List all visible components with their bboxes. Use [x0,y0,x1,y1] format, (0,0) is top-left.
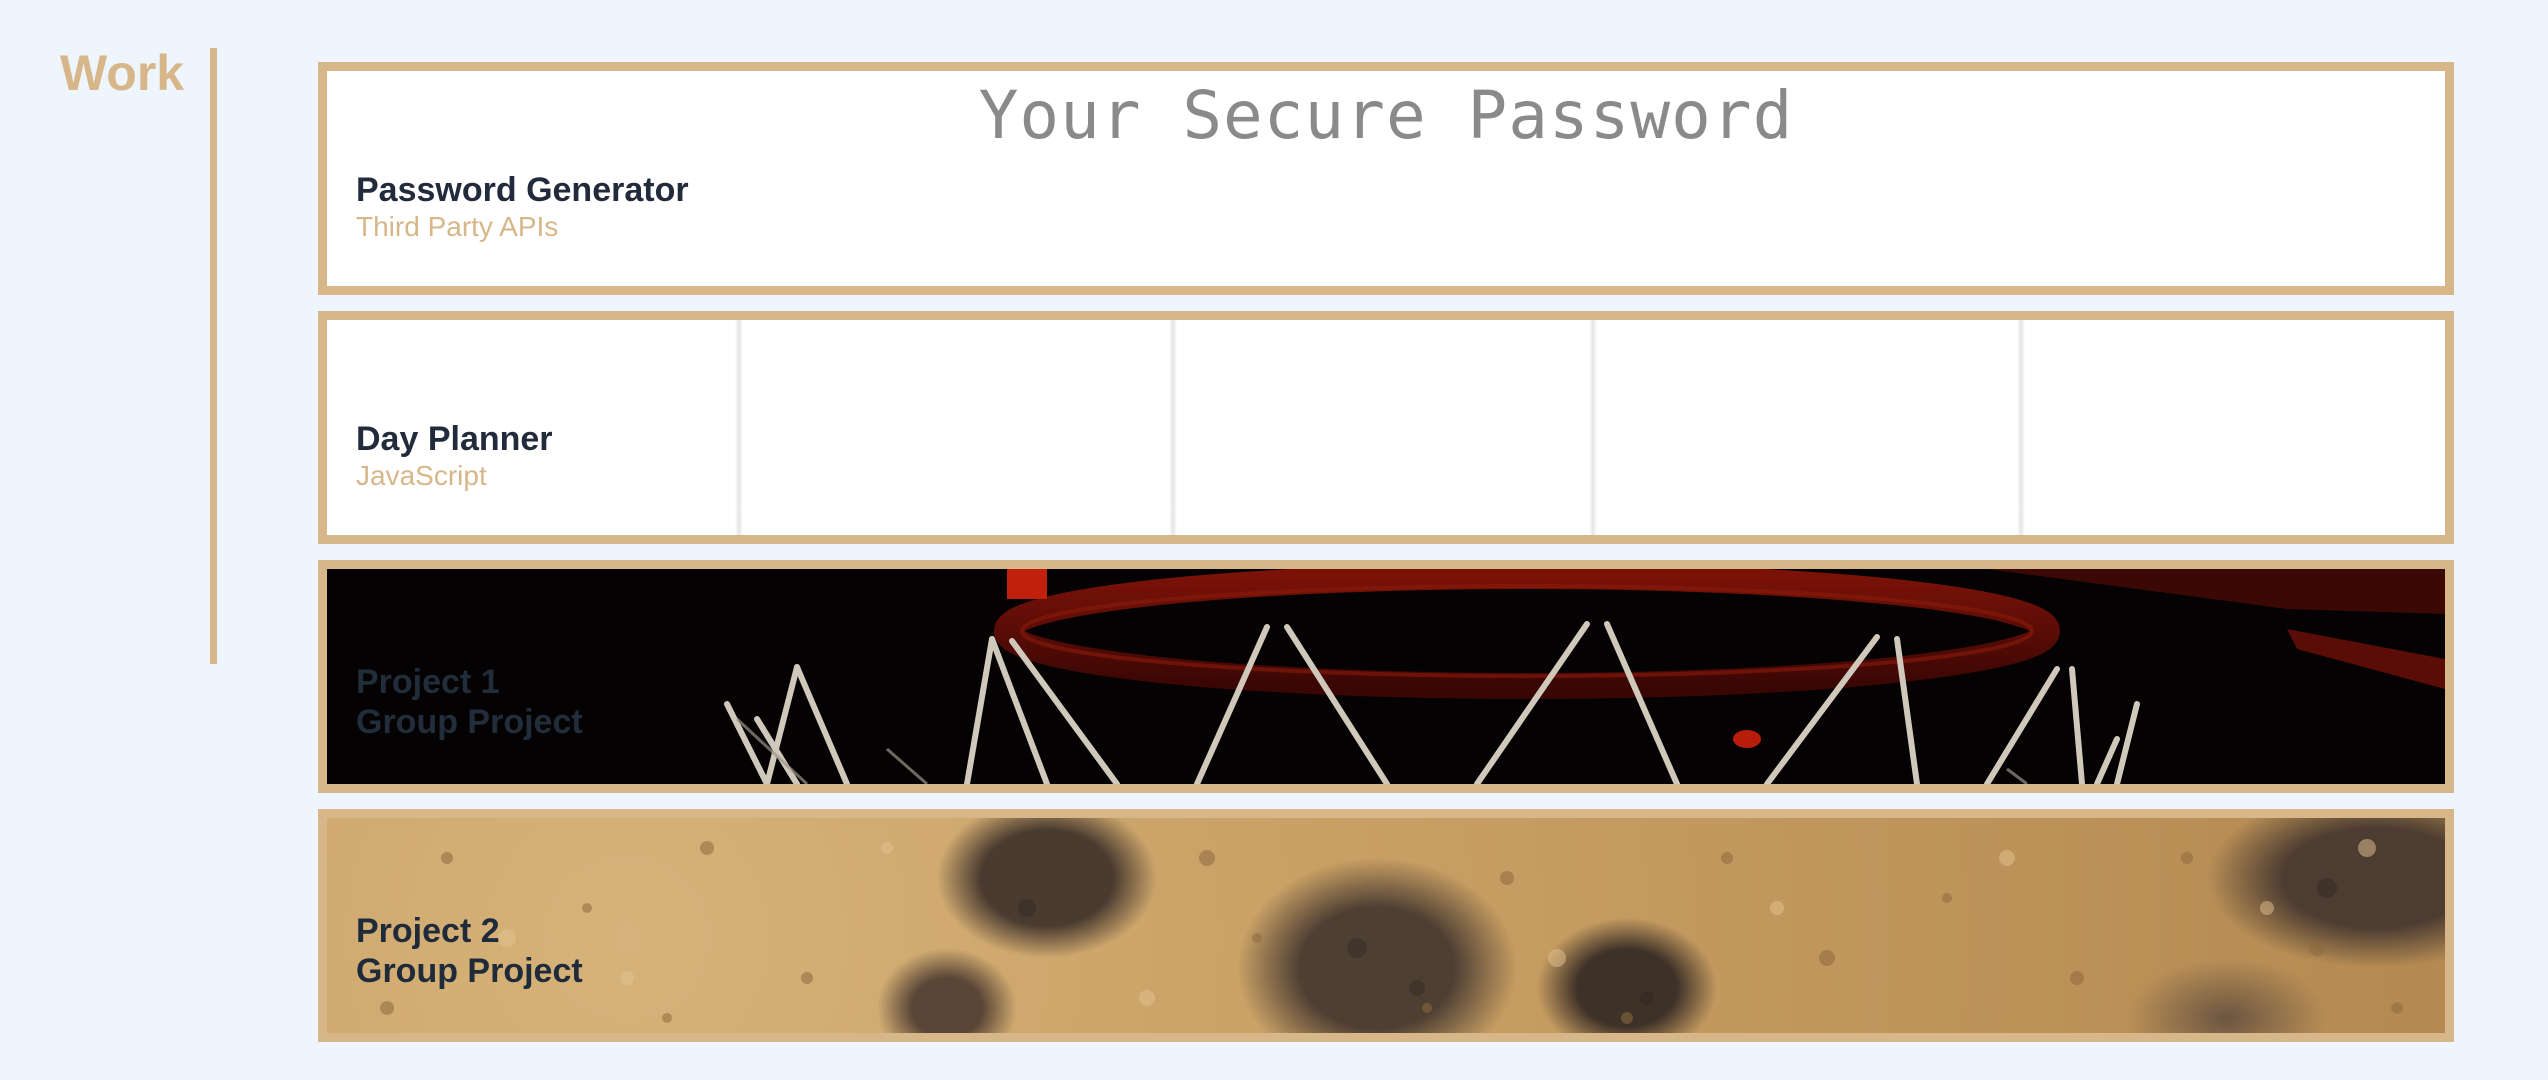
section-title: Work [60,45,185,101]
project-title[interactable]: Project 2 [356,911,583,951]
planner-column-divider [735,320,743,535]
project-info: Project 2 Group Project [356,911,583,991]
project-tech: Group Project [356,703,583,741]
basketball-hoop-image [724,569,2445,784]
planner-column-divider [2017,320,2025,535]
project-title[interactable]: Password Generator [356,170,689,210]
project-info: Project 1 Group Project [356,662,583,742]
planner-column-divider [1169,320,1177,535]
project-tech: Third Party APIs [356,211,559,242]
project-tech: Group Project [356,952,583,990]
project-title[interactable]: Project 1 [356,662,583,702]
planner-column-divider [1589,320,1597,535]
project-info: Day Planner JavaScript [356,419,553,493]
preview-heading: Your Secure Password [978,77,1794,154]
project-card-project-1[interactable]: Project 1 Group Project [318,560,2454,793]
project-card-project-2[interactable]: Project 2 Group Project [318,809,2454,1042]
project-thumbnail [327,569,2445,784]
project-title[interactable]: Day Planner [356,419,553,459]
project-thumbnail [327,320,2445,535]
project-list: Your Secure Password Password Generator … [318,62,2454,1058]
project-tech: JavaScript [356,460,487,491]
project-card-password-generator[interactable]: Your Secure Password Password Generator … [318,62,2454,295]
project-card-day-planner[interactable]: Day Planner JavaScript [318,311,2454,544]
section-divider [210,48,217,664]
cookie-image [380,839,2403,1024]
project-thumbnail [327,818,2445,1033]
project-info: Password Generator Third Party APIs [356,170,689,244]
